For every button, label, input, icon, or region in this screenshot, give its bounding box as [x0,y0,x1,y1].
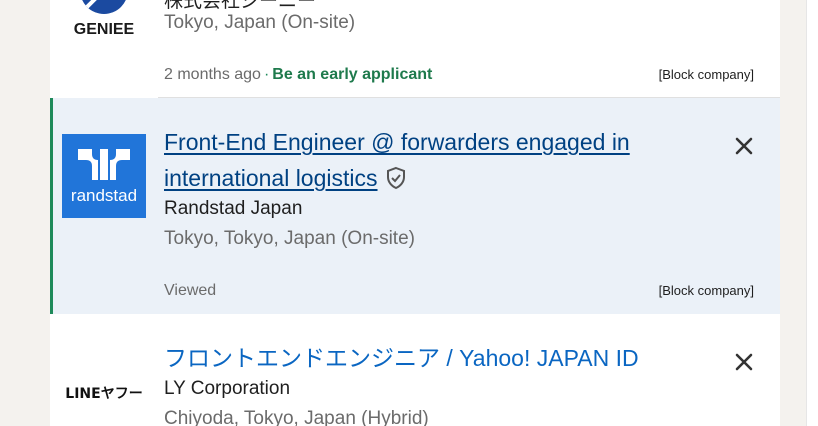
job-card-ly-corporation[interactable]: LINEヤフー フロントエンドエンジニア / Yahoo! JAPAN ID L… [50,314,780,426]
job-title-line2: international logistics [164,165,378,191]
separator-dot: · [263,66,270,83]
viewed-status: Viewed [164,282,217,299]
job-company: LY Corporation [164,378,291,399]
job-location: Chiyoda, Tokyo, Japan (Hybrid) [164,408,429,426]
randstad-logo-text: randstad [71,186,137,205]
job-card-randstad[interactable]: randstad Front-End Engineer @ forwarders… [50,98,780,314]
block-company-link[interactable]: [Block company] [659,67,754,82]
early-applicant-badge: Be an early applicant [272,66,433,83]
line-yahoo-logo-icon: LINEヤフー [62,350,146,426]
dismiss-job-button[interactable] [730,132,758,160]
scrollbar[interactable] [806,0,818,426]
geniee-logo-text: GENIEE [74,21,135,38]
geniee-logo-icon: GENIEE [62,0,146,38]
posted-time: 2 months ago [164,66,261,83]
job-card-geniee[interactable]: GENIEE 株式会社ジーニー Tokyo, Japan (On-site) 2… [50,0,780,98]
job-meta: 2 months ago · Be an early applicant [164,66,432,84]
job-title-text: フロントエンドエンジニア / Yahoo! JAPAN ID [164,345,639,371]
job-title[interactable]: Front-End Engineer @ forwarders engaged … [164,124,684,196]
job-company: Randstad Japan [164,198,303,219]
verified-shield-icon [384,164,408,190]
randstad-logo-icon: randstad [62,134,146,218]
line-yahoo-logo-text: LINEヤフー [65,386,142,402]
close-icon [735,353,753,371]
job-list: GENIEE 株式会社ジーニー Tokyo, Japan (On-site) 2… [50,0,780,426]
job-location: Tokyo, Japan (On-site) [164,12,356,33]
dismiss-job-button[interactable] [730,348,758,376]
job-title-line1: Front-End Engineer @ forwarders engaged … [164,129,630,155]
close-icon [735,137,753,155]
block-company-link[interactable]: [Block company] [659,283,754,298]
selected-indicator [50,98,53,314]
job-title[interactable]: フロントエンドエンジニア / Yahoo! JAPAN ID [164,340,724,376]
job-location: Tokyo, Tokyo, Japan (On-site) [164,228,415,249]
